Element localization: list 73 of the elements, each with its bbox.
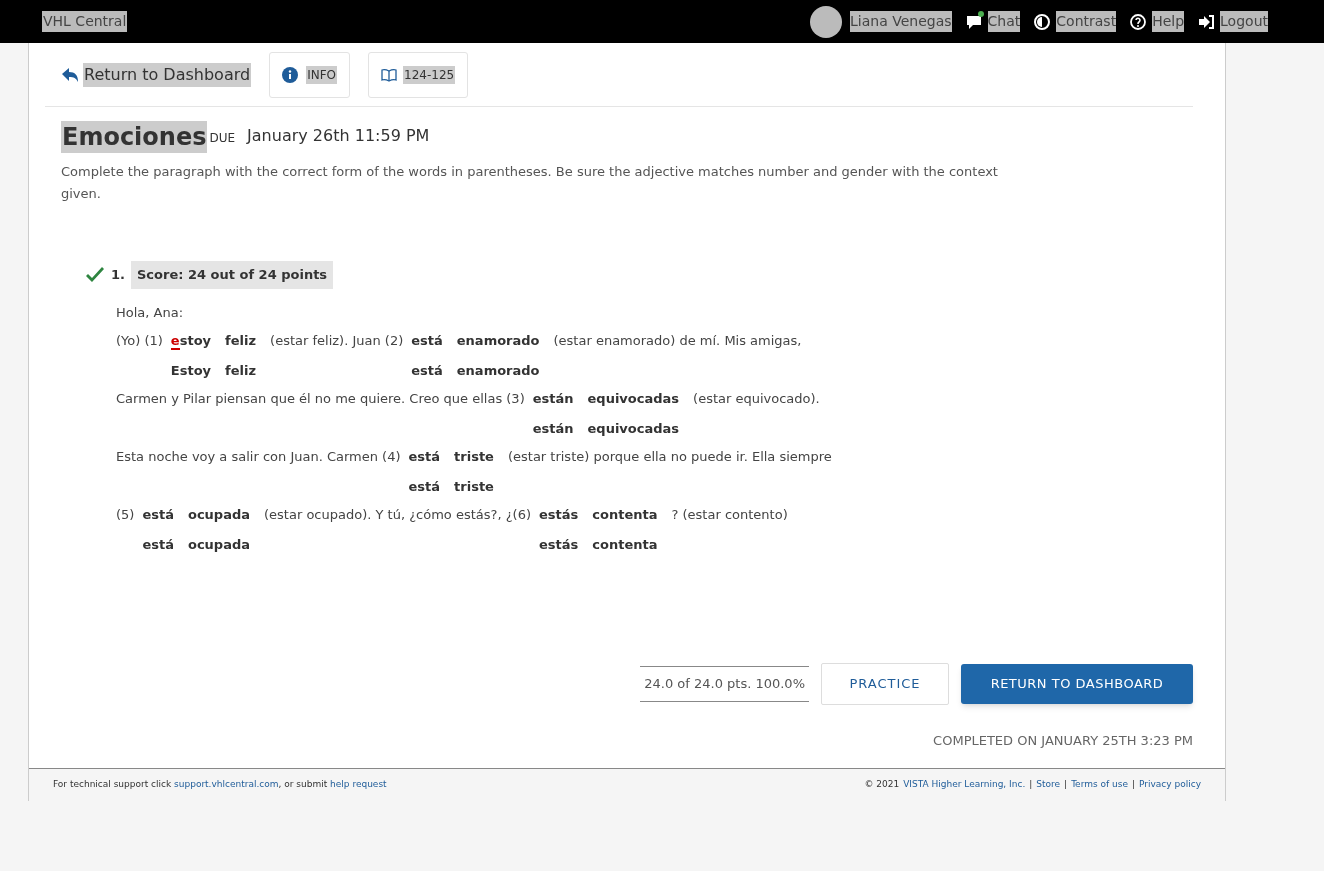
passage-text: (estar enamorado) de mí. Mis amigas, <box>553 331 802 350</box>
answer-response: estoy <box>170 331 212 352</box>
correct-answer: contenta <box>592 535 658 554</box>
assignment-title: Emociones <box>61 121 208 153</box>
correct-answer: triste <box>454 477 494 496</box>
chat-link[interactable]: Chat <box>987 11 1021 32</box>
info-button[interactable]: INFO <box>269 51 350 98</box>
passage-text: (estar equivocado). <box>693 389 820 408</box>
answer-response: equivocadas <box>587 389 680 408</box>
pages-button[interactable]: 124-125 <box>368 51 469 98</box>
correct-answer: feliz <box>225 361 257 380</box>
question-number: 1. <box>111 266 125 284</box>
correct-answer: está <box>411 361 443 380</box>
passage-text: Esta noche voy a salir con Juan. Carmen (4) <box>116 447 401 466</box>
info-icon <box>282 66 299 83</box>
user-name-link[interactable]: Liana Venegas <box>850 11 952 32</box>
answer-response: está <box>142 505 174 524</box>
instructions-text: Complete the paragraph with the correct form of the words in parentheses. Be sure the adjective matches number and gender with the context given. <box>61 163 999 203</box>
answer-response: triste <box>454 447 494 466</box>
completion-date: COMPLETED ON JANUARY 25TH 3:23 PM <box>933 731 1193 750</box>
due-label: DUE <box>209 130 236 147</box>
help-link[interactable]: Help <box>1152 11 1185 32</box>
passage-text: (5) <box>116 505 135 524</box>
passage-text: (estar ocupado). Y tú, ¿cómo estás?, ¿(6) <box>264 505 532 524</box>
help-request-link[interactable]: help request <box>330 779 387 790</box>
book-icon <box>381 67 397 82</box>
correct-answer: está <box>408 477 441 496</box>
answer-response: feliz <box>225 331 257 350</box>
correct-answer: enamorado <box>456 361 540 380</box>
support-link[interactable]: support.vhlcentral.com <box>174 779 279 790</box>
answer-response: estás <box>539 505 579 524</box>
footer-link[interactable]: Terms of use <box>1071 778 1128 792</box>
correct-answer: están <box>532 419 574 438</box>
avatar-icon <box>810 5 843 38</box>
due-date: January 26th 11:59 PM <box>247 125 430 147</box>
answer-response: están <box>532 389 574 408</box>
passage-text: ? (estar contento) <box>671 505 788 524</box>
answer-response: está <box>408 447 441 466</box>
correct-answer: equivocadas <box>587 419 680 438</box>
correct-answer: estás <box>539 535 579 554</box>
answer-response: enamorado <box>456 331 540 350</box>
brand-link[interactable]: VHL Central <box>42 11 128 32</box>
footer-link[interactable]: VISTA Higher Learning, Inc. <box>903 778 1026 792</box>
answer-response: está <box>411 331 443 350</box>
practice-button[interactable]: PRACTICE <box>821 662 949 705</box>
correct-answer: Estoy <box>170 361 212 380</box>
footer-link[interactable]: Store <box>1036 778 1061 792</box>
help-icon <box>1130 13 1147 30</box>
points-summary: 24.0 of 24.0 pts. 100.0% <box>640 665 809 702</box>
return-link[interactable]: Return to Dashboard <box>83 62 252 87</box>
contrast-icon <box>1034 13 1051 30</box>
passage-text: Hola, Ana: <box>116 303 184 322</box>
score-label: Score: 24 out of 24 points <box>131 261 334 289</box>
separator-text: | <box>1064 778 1068 792</box>
logout-icon <box>1198 13 1215 30</box>
chat-bubble-icon <box>965 13 982 30</box>
copyright-text: © 2021 <box>864 778 900 792</box>
passage-text: Carmen y Pilar piensan que él no me quiere. Creo que ellas (3) <box>116 389 525 408</box>
back-arrow-icon <box>61 66 79 83</box>
correct-answer: ocupada <box>187 535 251 554</box>
answer-response: contenta <box>592 505 658 524</box>
separator-text: | <box>1132 778 1136 792</box>
support-text: For technical support click support.vhlcentral.com, or submit help request <box>53 778 387 792</box>
correct-answer: está <box>142 535 174 554</box>
return-dashboard-button[interactable]: RETURN TO DASHBOARD <box>961 663 1193 704</box>
logout-link[interactable]: Logout <box>1220 11 1268 32</box>
contrast-link[interactable]: Contrast <box>1056 11 1117 32</box>
footer-link[interactable]: Privacy policy <box>1139 778 1201 792</box>
passage-text: (estar triste) porque ella no puede ir. Ella siempre <box>507 447 832 466</box>
answer-response: ocupada <box>187 505 251 524</box>
separator-text: | <box>1029 778 1033 792</box>
passage-text: (estar feliz). Juan (2) <box>270 331 404 350</box>
passage-text: (Yo) (1) <box>116 331 163 350</box>
